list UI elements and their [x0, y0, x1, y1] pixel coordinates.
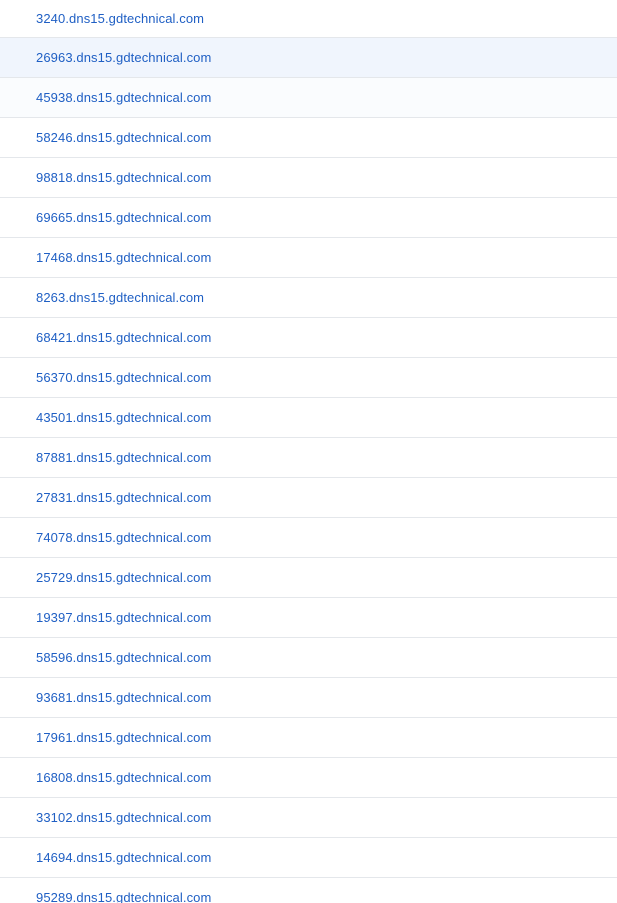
list-item[interactable]: 26963.dns15.gdtechnical.com [0, 38, 617, 78]
hostname-link[interactable]: 14694.dns15.gdtechnical.com [36, 850, 211, 865]
list-item[interactable]: 45938.dns15.gdtechnical.com [0, 78, 617, 118]
list-item[interactable]: 74078.dns15.gdtechnical.com [0, 518, 617, 558]
list-item[interactable]: 33102.dns15.gdtechnical.com [0, 798, 617, 838]
hostname-link[interactable]: 8263.dns15.gdtechnical.com [36, 290, 204, 305]
list-item[interactable]: 56370.dns15.gdtechnical.com [0, 358, 617, 398]
hostname-link[interactable]: 98818.dns15.gdtechnical.com [36, 170, 211, 185]
list-item[interactable]: 19397.dns15.gdtechnical.com [0, 598, 617, 638]
list-item[interactable]: 93681.dns15.gdtechnical.com [0, 678, 617, 718]
hostname-link[interactable]: 45938.dns15.gdtechnical.com [36, 90, 211, 105]
list-item[interactable]: 8263.dns15.gdtechnical.com [0, 278, 617, 318]
list-item[interactable]: 25729.dns15.gdtechnical.com [0, 558, 617, 598]
list-item[interactable]: 14694.dns15.gdtechnical.com [0, 838, 617, 878]
hostname-link[interactable]: 56370.dns15.gdtechnical.com [36, 370, 211, 385]
hostname-link[interactable]: 17961.dns15.gdtechnical.com [36, 730, 211, 745]
hostname-link[interactable]: 93681.dns15.gdtechnical.com [36, 690, 211, 705]
list-item[interactable]: 69665.dns15.gdtechnical.com [0, 198, 617, 238]
list-item[interactable]: 95289.dns15.gdtechnical.com [0, 878, 617, 903]
list-item[interactable]: 17468.dns15.gdtechnical.com [0, 238, 617, 278]
hostname-link[interactable]: 16808.dns15.gdtechnical.com [36, 770, 211, 785]
hostname-link[interactable]: 87881.dns15.gdtechnical.com [36, 450, 211, 465]
list-item[interactable]: 58596.dns15.gdtechnical.com [0, 638, 617, 678]
hostname-link[interactable]: 58246.dns15.gdtechnical.com [36, 130, 211, 145]
hostname-link[interactable]: 68421.dns15.gdtechnical.com [36, 330, 211, 345]
list-item[interactable]: 16808.dns15.gdtechnical.com [0, 758, 617, 798]
hostname-link[interactable]: 95289.dns15.gdtechnical.com [36, 890, 211, 903]
hostname-link[interactable]: 33102.dns15.gdtechnical.com [36, 810, 211, 825]
hostname-link[interactable]: 43501.dns15.gdtechnical.com [36, 410, 211, 425]
list-item[interactable]: 17961.dns15.gdtechnical.com [0, 718, 617, 758]
hostname-link[interactable]: 19397.dns15.gdtechnical.com [36, 610, 211, 625]
list-item[interactable]: 68421.dns15.gdtechnical.com [0, 318, 617, 358]
hostname-link[interactable]: 69665.dns15.gdtechnical.com [36, 210, 211, 225]
list-item[interactable]: 3240.dns15.gdtechnical.com [0, 0, 617, 38]
list-item[interactable]: 43501.dns15.gdtechnical.com [0, 398, 617, 438]
hostname-link[interactable]: 27831.dns15.gdtechnical.com [36, 490, 211, 505]
list-item[interactable]: 27831.dns15.gdtechnical.com [0, 478, 617, 518]
list-item[interactable]: 87881.dns15.gdtechnical.com [0, 438, 617, 478]
hostname-link[interactable]: 58596.dns15.gdtechnical.com [36, 650, 211, 665]
list-item[interactable]: 98818.dns15.gdtechnical.com [0, 158, 617, 198]
list-item[interactable]: 58246.dns15.gdtechnical.com [0, 118, 617, 158]
hostname-link[interactable]: 3240.dns15.gdtechnical.com [36, 11, 204, 26]
hostname-link[interactable]: 17468.dns15.gdtechnical.com [36, 250, 211, 265]
hostname-link[interactable]: 74078.dns15.gdtechnical.com [36, 530, 211, 545]
hostname-link[interactable]: 26963.dns15.gdtechnical.com [36, 50, 211, 65]
hostname-link[interactable]: 25729.dns15.gdtechnical.com [36, 570, 211, 585]
hostname-list: 3240.dns15.gdtechnical.com 26963.dns15.g… [0, 0, 617, 903]
